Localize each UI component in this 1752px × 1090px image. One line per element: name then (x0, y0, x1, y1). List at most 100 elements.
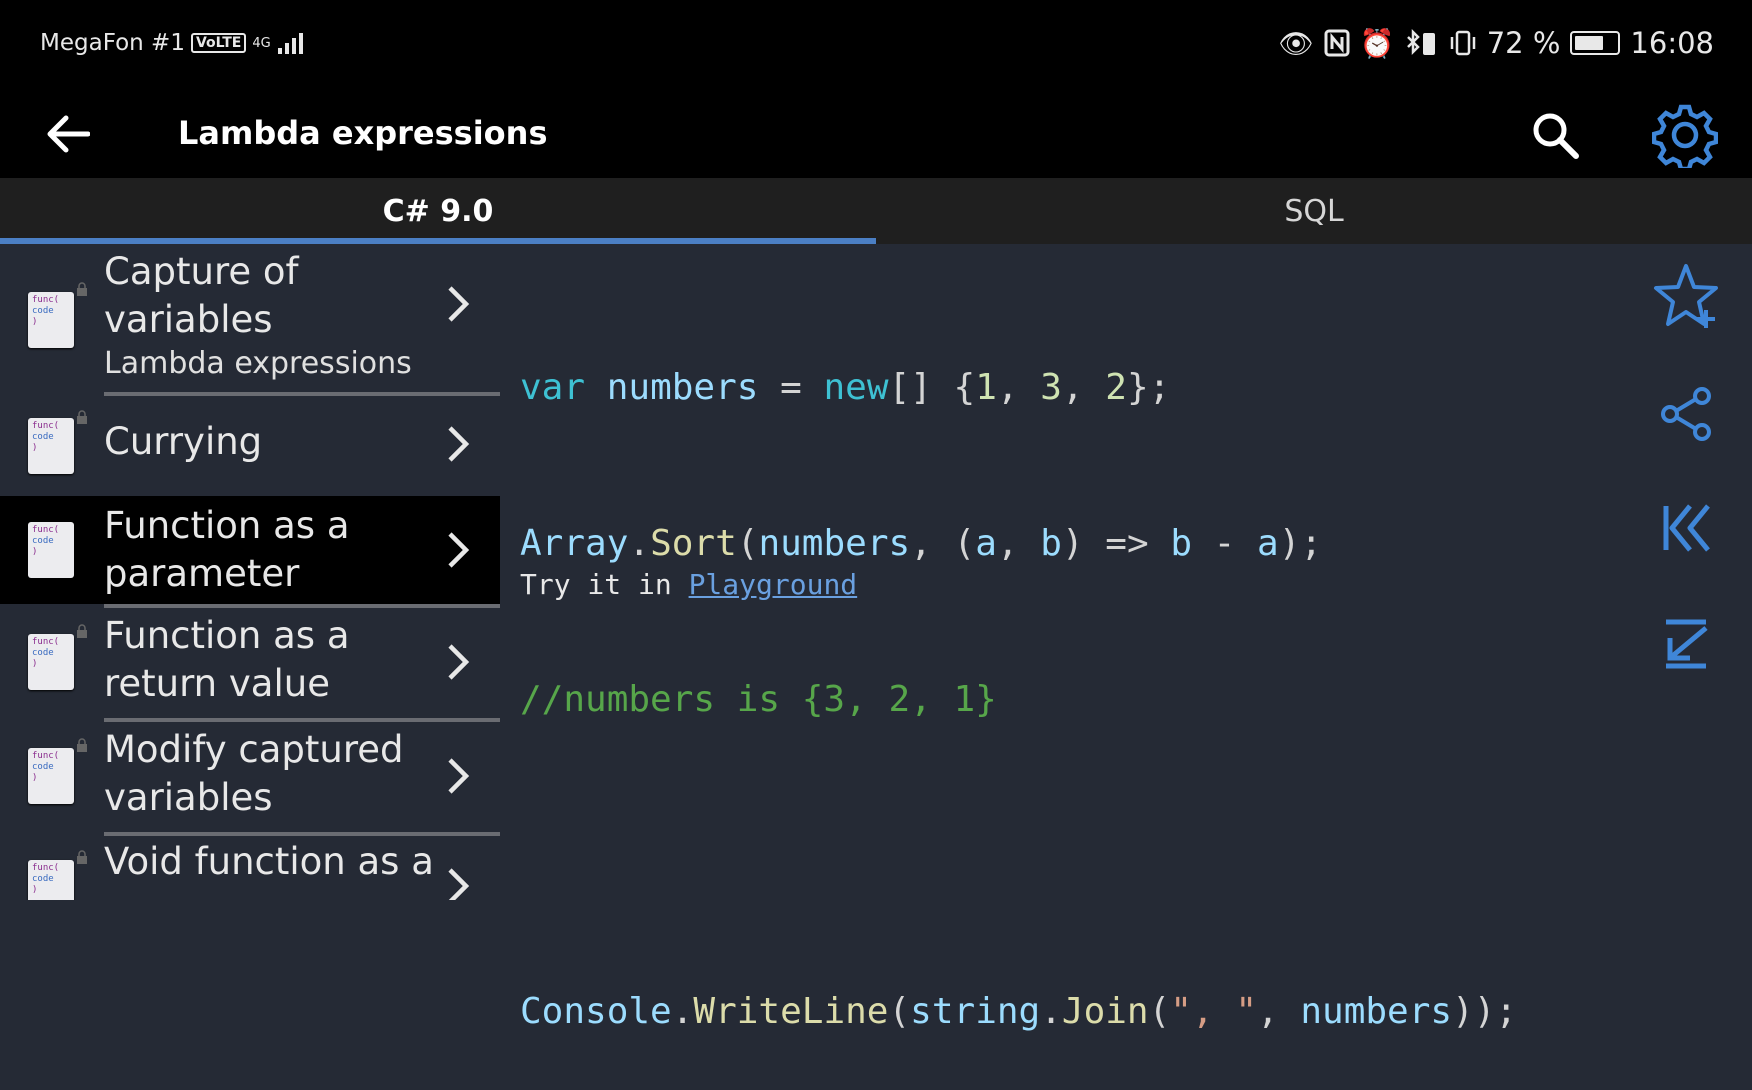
scroll-to-bottom-icon (1666, 619, 1708, 669)
chevron-right-icon (448, 644, 470, 680)
page-title: Lambda expressions (178, 114, 548, 152)
back-button[interactable] (40, 110, 96, 158)
code-token: numbers (758, 523, 911, 564)
list-item-function-as-a-parameter[interactable]: func( code ) Function as a parameter (0, 496, 500, 608)
thumb-line: func( (32, 637, 60, 647)
code-thumbnail-icon: func( code ) (28, 634, 74, 690)
code-token: 2 (1105, 367, 1127, 408)
signal-icon (277, 33, 303, 54)
code-token: new (823, 367, 889, 408)
code-line: var numbers = new[] {1, 3, 2}; (520, 362, 1517, 414)
volte-badge: VoLTE (190, 33, 247, 53)
code-token: )); (1452, 991, 1518, 1032)
status-icons: 👁 ⏰ 72 % 16:08 (1278, 26, 1714, 60)
star-add-icon (1654, 264, 1718, 328)
thumb-line: code (32, 306, 54, 316)
lock-icon (77, 624, 87, 638)
first-page-icon (1663, 504, 1710, 552)
code-token: , (1257, 991, 1301, 1032)
code-line: //numbers is {3, 2, 1} (520, 674, 1517, 726)
thumb-line: ) (32, 547, 38, 557)
chevron-right-icon (448, 868, 470, 900)
thumb-line: func( (32, 295, 60, 305)
try-it-prefix: Try it in (520, 568, 689, 601)
bluetooth-battery-icon (1406, 29, 1435, 56)
tab-csharp[interactable]: C# 9.0 (0, 178, 876, 244)
gear-icon (1651, 104, 1719, 172)
thumb-line: ) (32, 317, 38, 327)
code-token: numbers (606, 367, 759, 408)
topic-title-text: Capture of variables (104, 250, 299, 341)
code-token: , (1061, 367, 1106, 408)
list-item-modify-captured-variables[interactable]: func( code ) Modify captured variables (0, 718, 500, 836)
lock-icon (77, 738, 87, 752)
code-token: b (1170, 523, 1192, 564)
language-tabs: C# 9.0 SQL (0, 178, 1752, 244)
playground-link[interactable]: Playground (689, 568, 858, 601)
code-token: , (996, 523, 1041, 564)
code-token: ", " (1170, 991, 1257, 1032)
carrier-name: MegaFon #1 (40, 30, 185, 56)
nfc-icon (1324, 29, 1350, 57)
topic-title: Currying (104, 420, 263, 463)
code-line: Console.WriteLine(string.Join(", ", numb… (520, 986, 1517, 1038)
add-favorite-button[interactable] (1650, 260, 1722, 332)
code-token: [] { (888, 367, 976, 408)
code-token: a (975, 523, 997, 564)
battery-fill (1575, 36, 1603, 50)
topic-title: Capture of variables Lambda expressions (104, 248, 430, 384)
thumb-line: ) (32, 659, 38, 669)
thumb-line: code (32, 874, 54, 884)
list-item-function-as-a-return-value[interactable]: func( code ) Function as a return value (0, 604, 500, 722)
chevron-right-icon (448, 426, 470, 462)
try-it-text: Try it in Playground (520, 568, 857, 601)
topic-title: Modify captured variables (104, 728, 404, 819)
thumb-line: func( (32, 525, 60, 535)
code-thumbnail-icon: func( code ) (28, 748, 74, 804)
vibrate-icon (1450, 30, 1475, 56)
code-thumbnail-icon: func( code ) (28, 860, 74, 900)
first-page-button[interactable] (1650, 492, 1722, 564)
thumb-line: ) (32, 773, 38, 783)
code-token: Join (1061, 991, 1149, 1032)
settings-button[interactable] (1651, 102, 1719, 172)
alarm-icon: ⏰ (1359, 26, 1395, 60)
topic-title: Function as a return value (104, 614, 350, 705)
topic-title: Void function as a (104, 840, 434, 883)
chevron-right-icon (448, 286, 470, 322)
thumb-line: func( (32, 751, 60, 761)
scroll-to-bottom-button[interactable] (1650, 606, 1722, 678)
search-button[interactable] (1528, 108, 1584, 164)
topic-list: func( code ) Capture of variables Lambda… (0, 244, 500, 900)
lock-icon (77, 410, 87, 424)
battery-icon (1570, 31, 1621, 55)
tab-sql[interactable]: SQL (876, 178, 1752, 244)
code-line: ​ (520, 830, 1517, 882)
code-token: b (1040, 523, 1062, 564)
status-bar: MegaFon #1 VoLTE 4G 👁 ⏰ 72 % 16:08 (0, 0, 1752, 90)
code-example: var numbers = new[] {1, 3, 2}; Array.Sor… (520, 258, 1517, 1090)
code-token: . (1040, 991, 1062, 1032)
thumb-line: code (32, 432, 54, 442)
code-thumbnail-icon: func( code ) (28, 522, 74, 578)
thumb-line: code (32, 762, 54, 772)
code-token: . (671, 991, 694, 1032)
list-item-void-function[interactable]: func( code ) Void function as a (0, 832, 500, 900)
app-bar: Lambda expressions (0, 90, 1752, 178)
list-item-capture-of-variables[interactable]: func( code ) Capture of variables Lambda… (0, 244, 500, 396)
code-token: , (996, 367, 1041, 408)
code-token: . (628, 523, 651, 564)
battery-percent: 72 % (1486, 26, 1561, 60)
code-line: Array.Sort(numbers, (a, b) => b - a); (520, 518, 1517, 570)
code-token: a (1257, 523, 1279, 564)
lock-icon (77, 850, 87, 864)
code-token: string (910, 991, 1041, 1032)
share-button[interactable] (1650, 378, 1722, 450)
code-token: WriteLine (693, 991, 889, 1032)
list-item-currying[interactable]: func( code ) Currying (0, 392, 500, 500)
chevron-right-icon (448, 758, 470, 794)
code-token: 1 (975, 367, 997, 408)
code-token: ( (1148, 991, 1171, 1032)
share-icon (1661, 387, 1711, 441)
code-token: = (758, 367, 824, 408)
